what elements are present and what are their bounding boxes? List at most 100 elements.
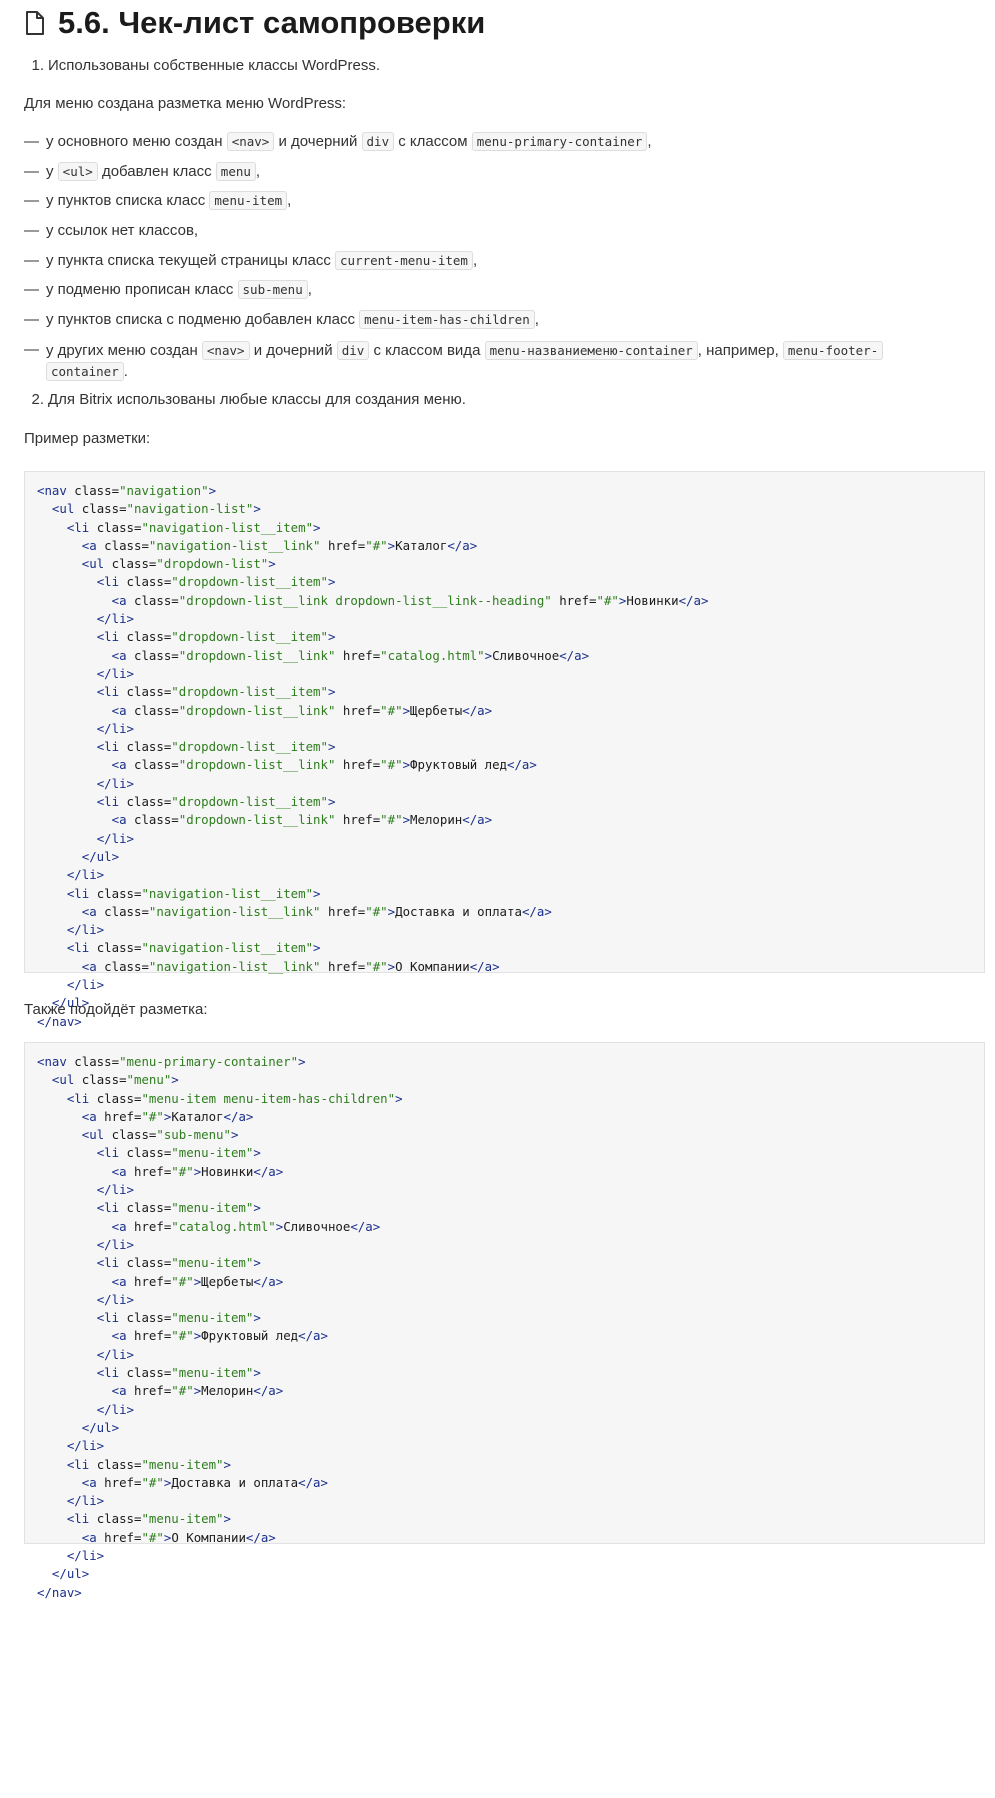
code-text: Фруктовый лед: [410, 757, 508, 773]
list-number: 2.: [31, 391, 44, 408]
code-string: "#": [141, 1108, 164, 1124]
code-attr: class=: [66, 1054, 120, 1069]
code-tag: <ul: [51, 1072, 75, 1088]
code-line: <a href="#">Каталог</a>: [37, 1108, 254, 1124]
code-tag: </a>: [678, 592, 709, 608]
code-string: "menu-item": [171, 1365, 254, 1381]
code-tag: >: [171, 1072, 179, 1088]
bullet-text-segment: добавлен класс: [97, 163, 216, 180]
code-line: <a href="#">Щербеты</a>: [37, 1273, 284, 1289]
document-icon: [26, 11, 44, 35]
article: 5.6. Чек-лист самопроверки 1. Использован…: [0, 0, 995, 1798]
bullet-dash: —: [24, 133, 39, 150]
code-attr: href=: [335, 812, 381, 828]
code-tag: <li: [96, 739, 120, 755]
code-tag: >: [327, 794, 336, 810]
inline-code: sub-menu: [237, 280, 308, 299]
code-attr: href=: [126, 1273, 172, 1289]
code-tag: </a>: [462, 702, 493, 718]
code-attr: href=: [96, 1108, 142, 1124]
code-line: <ul class="menu">: [37, 1072, 179, 1087]
code-line: </nav>: [37, 1585, 82, 1600]
code-text: Новинки: [626, 592, 679, 608]
bullet-text: у основного меню создан <nav> и дочерний…: [46, 132, 652, 152]
code-block-2[interactable]: <nav class="menu-primary-container"> <ul…: [24, 1042, 985, 1600]
menu-intro: Для меню создана разметка меню WordPress…: [24, 95, 347, 112]
code-string: "menu": [126, 1072, 172, 1088]
code-tag: </li>: [96, 1236, 134, 1252]
bullet-dash: —: [24, 163, 39, 180]
code-line: <li class="menu-item">: [37, 1457, 231, 1472]
code-tag: </a>: [447, 537, 478, 553]
code-string: "navigation-list__item": [141, 885, 314, 901]
code-string: "menu-item": [171, 1310, 254, 1326]
code-line: <nav class="menu-primary-container">: [37, 1054, 306, 1069]
code-attr: href=: [96, 1474, 142, 1490]
code-attr: class=: [104, 556, 157, 572]
code-string: "menu-item": [141, 1511, 224, 1527]
code-attr: class=: [74, 1072, 127, 1088]
code-attr: href=: [126, 1218, 172, 1234]
code-tag: </li>: [96, 1401, 134, 1417]
code-line: <a class="dropdown-list__link dropdown-l…: [37, 592, 709, 608]
code-tag: <li: [66, 885, 90, 901]
code-text: Щербеты: [201, 1273, 254, 1289]
code-string: "dropdown-list__item": [171, 739, 328, 755]
bullet-text: у пункта списка текущей страницы класс c…: [46, 251, 477, 271]
code-string: "#": [171, 1383, 194, 1399]
bullet-text-segment: у: [46, 163, 58, 180]
code-tag: <a: [111, 647, 127, 663]
code-line: <li class="dropdown-list__item">: [37, 794, 336, 810]
code-block-1[interactable]: <nav class="navigation"> <ul class="navi…: [24, 471, 985, 1029]
bullet-text-segment: у пунктов списка класс: [46, 192, 210, 209]
code-tag: </a>: [245, 1529, 276, 1545]
code-attr: href=: [320, 958, 366, 974]
code-tag: >: [402, 702, 411, 718]
inline-code: div: [336, 341, 370, 360]
code-line: <a href="#">Новинки</a>: [37, 1164, 284, 1179]
bullet-text-segment: у основного меню создан: [46, 133, 227, 150]
inline-code: <nav>: [201, 341, 250, 360]
code-attr: href=: [335, 647, 381, 663]
code-tag: >: [327, 684, 336, 700]
code-string: "menu-item menu-item-has-children": [141, 1090, 396, 1106]
title-text: 5.6. Чек-лист самопроверки: [58, 5, 486, 40]
bullet-dash: —: [24, 252, 39, 269]
code-tag: </a>: [350, 1218, 381, 1234]
code-attr: class=: [126, 702, 179, 718]
code-string: "sub-menu": [156, 1127, 231, 1143]
bullet-text: у пунктов списка класс menu-item,: [46, 191, 291, 211]
code-tag: >: [298, 1054, 306, 1069]
inline-code: menu-footer-: [782, 341, 884, 360]
bullet-text-segment: ,: [534, 311, 539, 328]
bullet-text-segment: ,: [255, 163, 261, 180]
bullet-dash: —: [24, 341, 39, 358]
code-attr: class=: [119, 739, 172, 755]
code-string: "menu-item": [171, 1145, 254, 1161]
code-string: "dropdown-list__item": [171, 684, 328, 700]
code-line: </li>: [37, 1493, 104, 1508]
code-tag: >: [268, 556, 276, 572]
code-attr: href=: [320, 903, 366, 919]
code-line: </ul>: [37, 1566, 89, 1581]
code-tag: </li>: [96, 611, 134, 627]
code-tag: <li: [66, 519, 90, 535]
code-text: Доставка и оплата: [395, 903, 522, 919]
code-tag: </a>: [469, 958, 500, 974]
code-attr: class=: [89, 1456, 142, 1472]
code-tag: >: [223, 1456, 231, 1472]
code-content: <nav class="menu-primary-container"> <ul…: [37, 1053, 403, 1602]
code-attr: class=: [119, 1365, 172, 1381]
code-line: </li>: [37, 867, 104, 882]
bullet-text-segment: с классом вида: [369, 342, 485, 359]
code-tag: <a: [81, 1108, 97, 1124]
inline-code: container: [46, 362, 124, 381]
code-text: О Компании: [395, 958, 470, 974]
code-attr: class=: [119, 1310, 172, 1326]
code-attr: href=: [335, 702, 381, 718]
code-line: </li>: [37, 831, 134, 846]
code-line: <a class="dropdown-list__link" href="#">…: [37, 757, 537, 772]
code-attr: class=: [104, 1127, 157, 1143]
code-tag: >: [387, 537, 396, 553]
code-string: "menu-item": [171, 1200, 254, 1216]
